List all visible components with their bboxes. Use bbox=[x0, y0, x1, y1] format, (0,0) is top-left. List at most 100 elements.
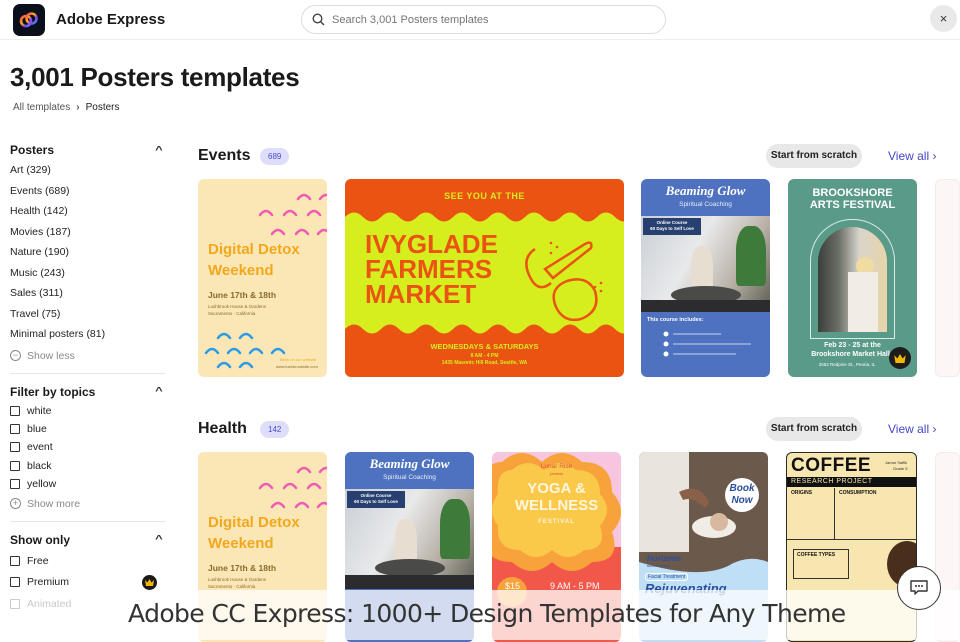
chevron-up-icon[interactable]: ^ bbox=[155, 145, 163, 156]
category-travel[interactable]: Travel (75) bbox=[10, 304, 165, 325]
checkbox-icon[interactable] bbox=[10, 555, 20, 566]
gallery-photo bbox=[818, 227, 887, 332]
category-art[interactable]: Art (329) bbox=[10, 160, 165, 181]
view-all-link[interactable]: View all › bbox=[888, 149, 936, 163]
card-venue: Sacramento · California bbox=[208, 584, 256, 589]
divider bbox=[10, 520, 165, 522]
course-box: Online Course 60 Days to Self Love bbox=[347, 491, 405, 508]
chevron-up-icon[interactable]: ^ bbox=[155, 534, 163, 545]
brand-name: Adobe Express bbox=[56, 11, 166, 28]
health-title: Health bbox=[198, 420, 247, 437]
card-days: WEDNESDAYS & SATURDAYS bbox=[430, 342, 539, 351]
caption-overlay: Adobe CC Express: 1000+ Design Templates… bbox=[0, 590, 960, 640]
chevron-up-icon[interactable]: ^ bbox=[155, 386, 163, 397]
chat-bubble-icon bbox=[910, 580, 928, 595]
events-count-badge: 689 bbox=[260, 148, 290, 165]
start-from-scratch-button[interactable]: Start from scratch bbox=[766, 417, 862, 441]
topic-event-checkbox[interactable]: event bbox=[10, 438, 165, 456]
card-time: 8 AM - 4 PM bbox=[470, 353, 499, 359]
minus-circle-icon: − bbox=[10, 350, 21, 361]
checkbox-icon[interactable] bbox=[10, 577, 20, 588]
free-checkbox[interactable]: Free bbox=[10, 550, 165, 572]
topic-blue-checkbox[interactable]: blue bbox=[10, 420, 165, 438]
show-more-button[interactable]: + Show more bbox=[10, 493, 165, 515]
course-box: Online Course 60 Days to Self Love bbox=[643, 218, 701, 235]
card-presents: presents bbox=[549, 472, 564, 476]
card-site: www.lushbrooksite.com bbox=[276, 364, 318, 369]
topic-label: yellow bbox=[27, 477, 57, 490]
category-events[interactable]: Events (689) bbox=[10, 181, 165, 202]
card-headline: FESTIVAL bbox=[538, 519, 575, 525]
panel-title: ORIGINS bbox=[791, 490, 813, 496]
card-includes: This course includes: bbox=[647, 317, 704, 323]
template-card-digital-detox[interactable]: Digital Detox Weekend June 17th & 18th L… bbox=[198, 179, 327, 377]
card-date: June 17th & 18th bbox=[208, 563, 277, 573]
search-input[interactable] bbox=[332, 13, 652, 26]
bullet-list-icon bbox=[663, 331, 751, 357]
topics-section-header[interactable]: Filter by topics ^ bbox=[10, 382, 165, 402]
card-subtitle: RESEARCH PROJECT bbox=[791, 478, 873, 485]
card-address: 2552 Redpine St., Peoria, IL bbox=[818, 362, 876, 367]
template-card-farmers-market[interactable]: SEE YOU AT THE IVYGLADE FARMERS MARKET W… bbox=[345, 179, 624, 377]
topic-white-checkbox[interactable]: white bbox=[10, 402, 165, 420]
card-venue: Lushbrook House & Gardens bbox=[208, 304, 267, 309]
card-tag: Facial Treatment bbox=[645, 573, 689, 581]
checkbox-icon[interactable] bbox=[10, 460, 20, 471]
card-headline: ARTS FESTIVAL bbox=[809, 199, 896, 211]
book-now-badge: Book Now bbox=[725, 478, 759, 512]
course-label: 60 Days to Self Love bbox=[650, 226, 694, 231]
topic-black-checkbox[interactable]: black bbox=[10, 456, 165, 474]
topic-label: blue bbox=[27, 422, 47, 435]
subtitle-bar: RESEARCH PROJECT bbox=[787, 477, 916, 487]
checkbox-icon[interactable] bbox=[10, 405, 20, 416]
template-card-beaming-glow[interactable]: Beaming Glow Spiritual Coaching Online C… bbox=[641, 179, 770, 377]
show-only-section-header[interactable]: Show only ^ bbox=[10, 530, 165, 550]
breadcrumb-all-templates[interactable]: All templates bbox=[13, 102, 70, 113]
adobe-express-logo[interactable] bbox=[13, 4, 45, 36]
category-sales[interactable]: Sales (311) bbox=[10, 283, 165, 304]
card-headline: WELLNESS bbox=[514, 497, 599, 514]
card-headline: Beaming Glow bbox=[369, 456, 450, 471]
checkbox-icon[interactable] bbox=[10, 423, 20, 434]
category-nature[interactable]: Nature (190) bbox=[10, 242, 165, 263]
card-address: 1435 Masonic Hill Road, Seattle, WA bbox=[441, 360, 528, 366]
badge-text: Now bbox=[731, 495, 753, 506]
card-organizer: Lunar Rise bbox=[540, 463, 573, 470]
posters-heading: Posters bbox=[10, 143, 55, 157]
template-card-brookshore[interactable]: BROOKSHORE ARTS FESTIVAL Feb 23 - 25 at … bbox=[788, 179, 917, 377]
events-title: Events bbox=[198, 147, 251, 164]
show-less-button[interactable]: − Show less bbox=[10, 345, 165, 367]
topics-heading: Filter by topics bbox=[10, 384, 96, 399]
template-card-partial[interactable] bbox=[935, 179, 960, 377]
category-movies[interactable]: Movies (187) bbox=[10, 222, 165, 243]
checkbox-icon[interactable] bbox=[10, 442, 20, 453]
category-health[interactable]: Health (142) bbox=[10, 201, 165, 222]
card-headline: Weekend bbox=[208, 262, 274, 279]
posters-section-header[interactable]: Posters ^ bbox=[10, 140, 165, 160]
top-bar: Adobe Express × bbox=[0, 0, 960, 40]
chat-button[interactable] bbox=[897, 566, 941, 610]
card-brand-sub: BEAUTY SALON bbox=[647, 564, 670, 568]
card-subtitle: Spiritual Coaching bbox=[679, 201, 732, 208]
search-icon bbox=[312, 13, 325, 26]
card-headline: COFFEE bbox=[791, 455, 872, 476]
close-button[interactable]: × bbox=[930, 5, 957, 32]
close-icon: × bbox=[939, 11, 948, 26]
premium-crown-icon bbox=[142, 574, 157, 590]
category-music[interactable]: Music (243) bbox=[10, 263, 165, 284]
start-from-scratch-button[interactable]: Start from scratch bbox=[766, 144, 862, 168]
view-all-label: View all bbox=[888, 422, 930, 436]
chevron-right-icon: › bbox=[932, 422, 937, 436]
category-minimal-posters[interactable]: Minimal posters (81) bbox=[10, 324, 165, 345]
chevron-right-icon: › bbox=[932, 149, 937, 163]
free-label: Free bbox=[27, 554, 49, 567]
topic-label: black bbox=[27, 459, 52, 472]
premium-label: Premium bbox=[27, 576, 70, 589]
view-all-link[interactable]: View all › bbox=[888, 422, 936, 436]
search-bar[interactable] bbox=[301, 5, 666, 34]
card-kicker: SEE YOU AT THE bbox=[444, 191, 525, 201]
topic-yellow-checkbox[interactable]: yellow bbox=[10, 475, 165, 493]
card-author: Jamar Saffik bbox=[885, 460, 908, 465]
checkbox-icon[interactable] bbox=[10, 478, 20, 489]
card-headline: Beaming Glow bbox=[665, 183, 746, 198]
